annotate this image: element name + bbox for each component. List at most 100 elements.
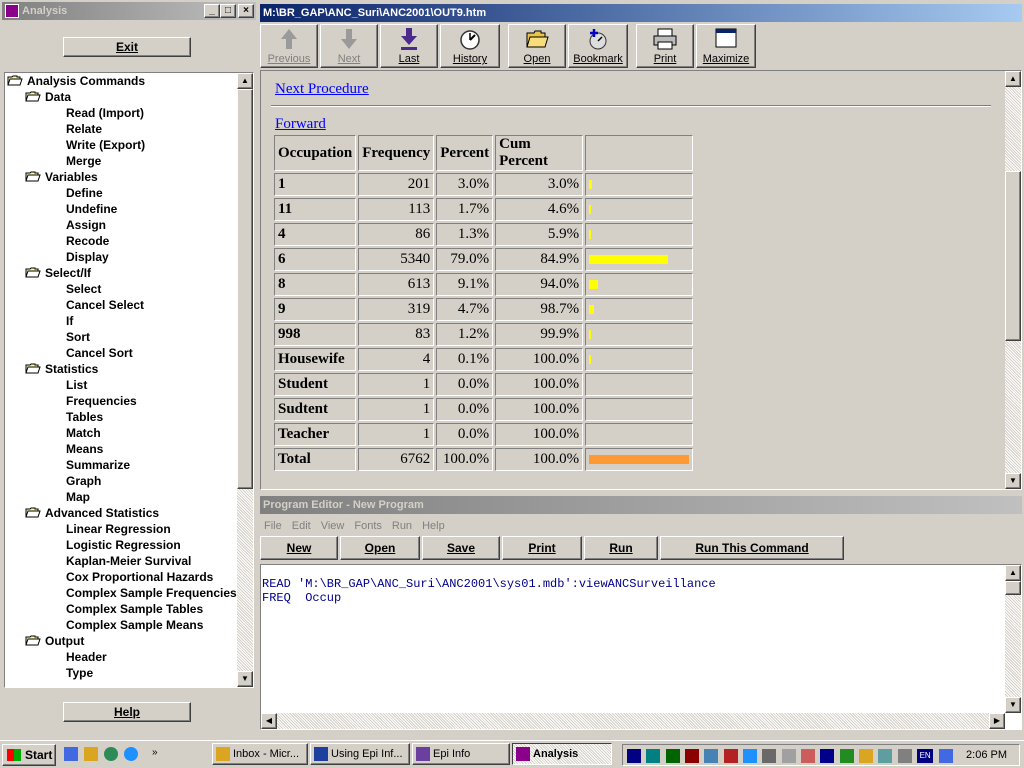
menu-view[interactable]: View — [321, 520, 345, 532]
tree-command-complex-sample-tables[interactable]: Complex Sample Tables — [6, 601, 236, 617]
analysis-titlebar[interactable]: Analysis _ □ × — [2, 2, 256, 20]
tree-folder-analysis-commands[interactable]: Analysis Commands — [6, 73, 236, 89]
tree-command-match[interactable]: Match — [6, 425, 236, 441]
tree-command-cancel-select[interactable]: Cancel Select — [6, 297, 236, 313]
save-button[interactable]: Save — [422, 536, 500, 560]
taskbar-task-0[interactable]: Inbox - Micr... — [212, 743, 308, 765]
maximize-button[interactable]: Maximize — [696, 24, 756, 68]
help-button[interactable]: Help — [63, 702, 191, 722]
output-scroll-down-button[interactable]: ▼ — [1005, 473, 1021, 489]
menu-fonts[interactable]: Fonts — [354, 520, 382, 532]
next-procedure-link[interactable]: Next Procedure — [275, 81, 369, 98]
start-button[interactable]: Start — [2, 744, 56, 766]
code-scroll-up-button[interactable]: ▲ — [1005, 565, 1021, 581]
taskbar-task-3[interactable]: Analysis — [512, 743, 612, 765]
output-scroll-up-button[interactable]: ▲ — [1005, 71, 1021, 87]
tree-scroll-thumb[interactable] — [237, 89, 253, 489]
tray-icon-16[interactable] — [938, 748, 953, 763]
code-vscrollbar[interactable]: ▲ ▼ — [1005, 565, 1021, 713]
code-line[interactable]: FREQ Occup — [262, 591, 716, 605]
language-indicator[interactable]: EN — [917, 748, 934, 763]
tree-command-assign[interactable]: Assign — [6, 217, 236, 233]
tree-command-means[interactable]: Means — [6, 441, 236, 457]
clock[interactable]: 2:06 PM — [966, 749, 1007, 761]
menu-help[interactable]: Help — [422, 520, 445, 532]
run-button[interactable]: Run — [584, 536, 658, 560]
tree-command-kaplan-meier-survival[interactable]: Kaplan-Meier Survival — [6, 553, 236, 569]
close-button[interactable]: × — [238, 4, 254, 18]
tray-icon-9[interactable] — [781, 748, 796, 763]
new-button[interactable]: New — [260, 536, 338, 560]
tree-command-if[interactable]: If — [6, 313, 236, 329]
tree-command-map[interactable]: Map — [6, 489, 236, 505]
history-button[interactable]: History — [440, 24, 500, 68]
code-line[interactable]: READ 'M:\BR_GAP\ANC_Suri\ANC2001\sys01.m… — [262, 577, 716, 591]
media-icon[interactable] — [104, 747, 118, 761]
tray-icon-12[interactable] — [839, 748, 854, 763]
tree-command-linear-regression[interactable]: Linear Regression — [6, 521, 236, 537]
tray-icon-8[interactable] — [762, 748, 777, 763]
ie-icon[interactable] — [124, 747, 138, 761]
open-button[interactable]: Open — [508, 24, 566, 68]
tree-command-cancel-sort[interactable]: Cancel Sort — [6, 345, 236, 361]
tree-scrollbar[interactable]: ▲ ▼ — [237, 73, 253, 687]
tree-command-select[interactable]: Select — [6, 281, 236, 297]
tree-folder-data[interactable]: Data — [6, 89, 236, 105]
tree-command-type[interactable]: Type — [6, 665, 236, 681]
menu-run[interactable]: Run — [392, 520, 412, 532]
last-button[interactable]: Last — [380, 24, 438, 68]
tray-icon-11[interactable] — [820, 748, 835, 763]
tray-icon-13[interactable] — [859, 748, 874, 763]
restore-button[interactable]: □ — [220, 4, 236, 18]
tray-icon-6[interactable] — [723, 748, 738, 763]
menu-file[interactable]: File — [264, 520, 282, 532]
tree-folder-select-if[interactable]: Select/If — [6, 265, 236, 281]
tree-command-summarize[interactable]: Summarize — [6, 457, 236, 473]
output-scroll-thumb[interactable] — [1005, 171, 1021, 341]
run-this-command-button[interactable]: Run This Command — [660, 536, 844, 560]
taskbar-task-2[interactable]: Epi Info — [412, 743, 510, 765]
tray-icon-1[interactable] — [627, 748, 641, 763]
code-text[interactable]: READ 'M:\BR_GAP\ANC_Suri\ANC2001\sys01.m… — [262, 577, 716, 605]
code-scroll-down-button[interactable]: ▼ — [1005, 697, 1021, 713]
tray-icon-10[interactable] — [801, 748, 816, 763]
code-scroll-right-button[interactable]: ▶ — [989, 713, 1005, 729]
tree-command-relate[interactable]: Relate — [6, 121, 236, 137]
tree-command-complex-sample-means[interactable]: Complex Sample Means — [6, 617, 236, 633]
forward-link[interactable]: Forward — [275, 116, 326, 133]
tree-command-tables[interactable]: Tables — [6, 409, 236, 425]
tray-icon-4[interactable] — [685, 748, 700, 763]
tree-command-undefine[interactable]: Undefine — [6, 201, 236, 217]
tree-command-logistic-regression[interactable]: Logistic Regression — [6, 537, 236, 553]
tree-scroll-up-button[interactable]: ▲ — [237, 73, 253, 89]
code-scroll-thumb[interactable] — [1005, 581, 1021, 595]
minimize-button[interactable]: _ — [204, 4, 220, 18]
tree-command-list[interactable]: List — [6, 377, 236, 393]
tray-icon-7[interactable] — [743, 748, 758, 763]
print-button[interactable]: Print — [502, 536, 582, 560]
tree-command-write-export-[interactable]: Write (Export) — [6, 137, 236, 153]
tree-command-read-import-[interactable]: Read (Import) — [6, 105, 236, 121]
previous-button[interactable]: Previous — [260, 24, 318, 68]
exit-button[interactable]: Exit — [63, 37, 191, 57]
tray-icon-2[interactable] — [646, 748, 661, 763]
tree-command-cox-proportional-hazards[interactable]: Cox Proportional Hazards — [6, 569, 236, 585]
tree-command-define[interactable]: Define — [6, 185, 236, 201]
menu-edit[interactable]: Edit — [292, 520, 311, 532]
tree-command-recode[interactable]: Recode — [6, 233, 236, 249]
quick-launch-more-icon[interactable]: » — [152, 747, 158, 763]
output-scrollbar[interactable]: ▲ ▼ — [1005, 71, 1021, 489]
output-titlebar[interactable]: M:\BR_GAP\ANC_Suri\ANC2001\OUT9.htm — [260, 4, 1022, 22]
print-button[interactable]: Print — [636, 24, 694, 68]
taskbar-task-1[interactable]: Using Epi Inf... — [310, 743, 410, 765]
bookmark-button[interactable]: Bookmark — [568, 24, 628, 68]
tree-folder-variables[interactable]: Variables — [6, 169, 236, 185]
tree-command-frequencies[interactable]: Frequencies — [6, 393, 236, 409]
next-button[interactable]: Next — [320, 24, 378, 68]
tree-command-sort[interactable]: Sort — [6, 329, 236, 345]
tree-command-complex-sample-frequencies[interactable]: Complex Sample Frequencies — [6, 585, 237, 601]
code-editor[interactable]: READ 'M:\BR_GAP\ANC_Suri\ANC2001\sys01.m… — [260, 564, 1022, 730]
show-desktop-icon[interactable] — [64, 747, 78, 761]
tree-command-merge[interactable]: Merge — [6, 153, 236, 169]
outlook-icon[interactable] — [84, 747, 98, 761]
